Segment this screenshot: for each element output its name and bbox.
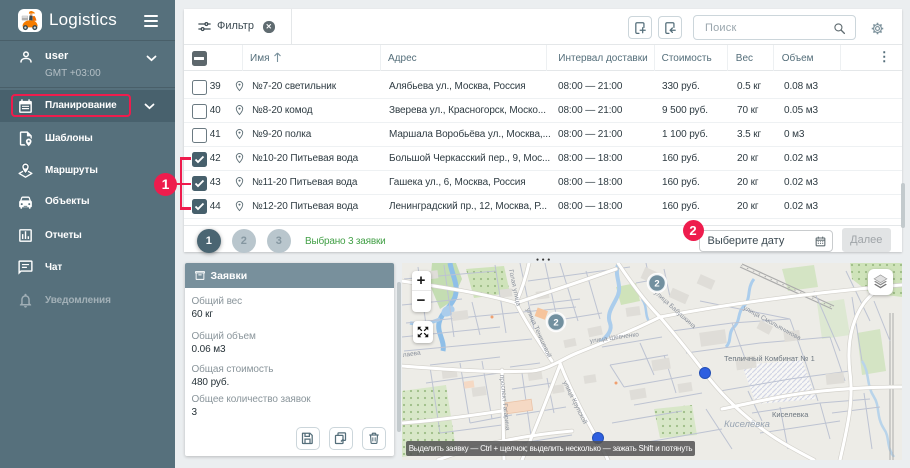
svg-text:2: 2 — [654, 279, 659, 290]
svg-text:Киселевка: Киселевка — [772, 410, 809, 419]
svg-text:Киселёвка: Киселёвка — [724, 419, 770, 430]
svg-text:Тепличный Комбинат № 1: Тепличный Комбинат № 1 — [724, 354, 815, 363]
svg-text:2: 2 — [553, 318, 558, 329]
